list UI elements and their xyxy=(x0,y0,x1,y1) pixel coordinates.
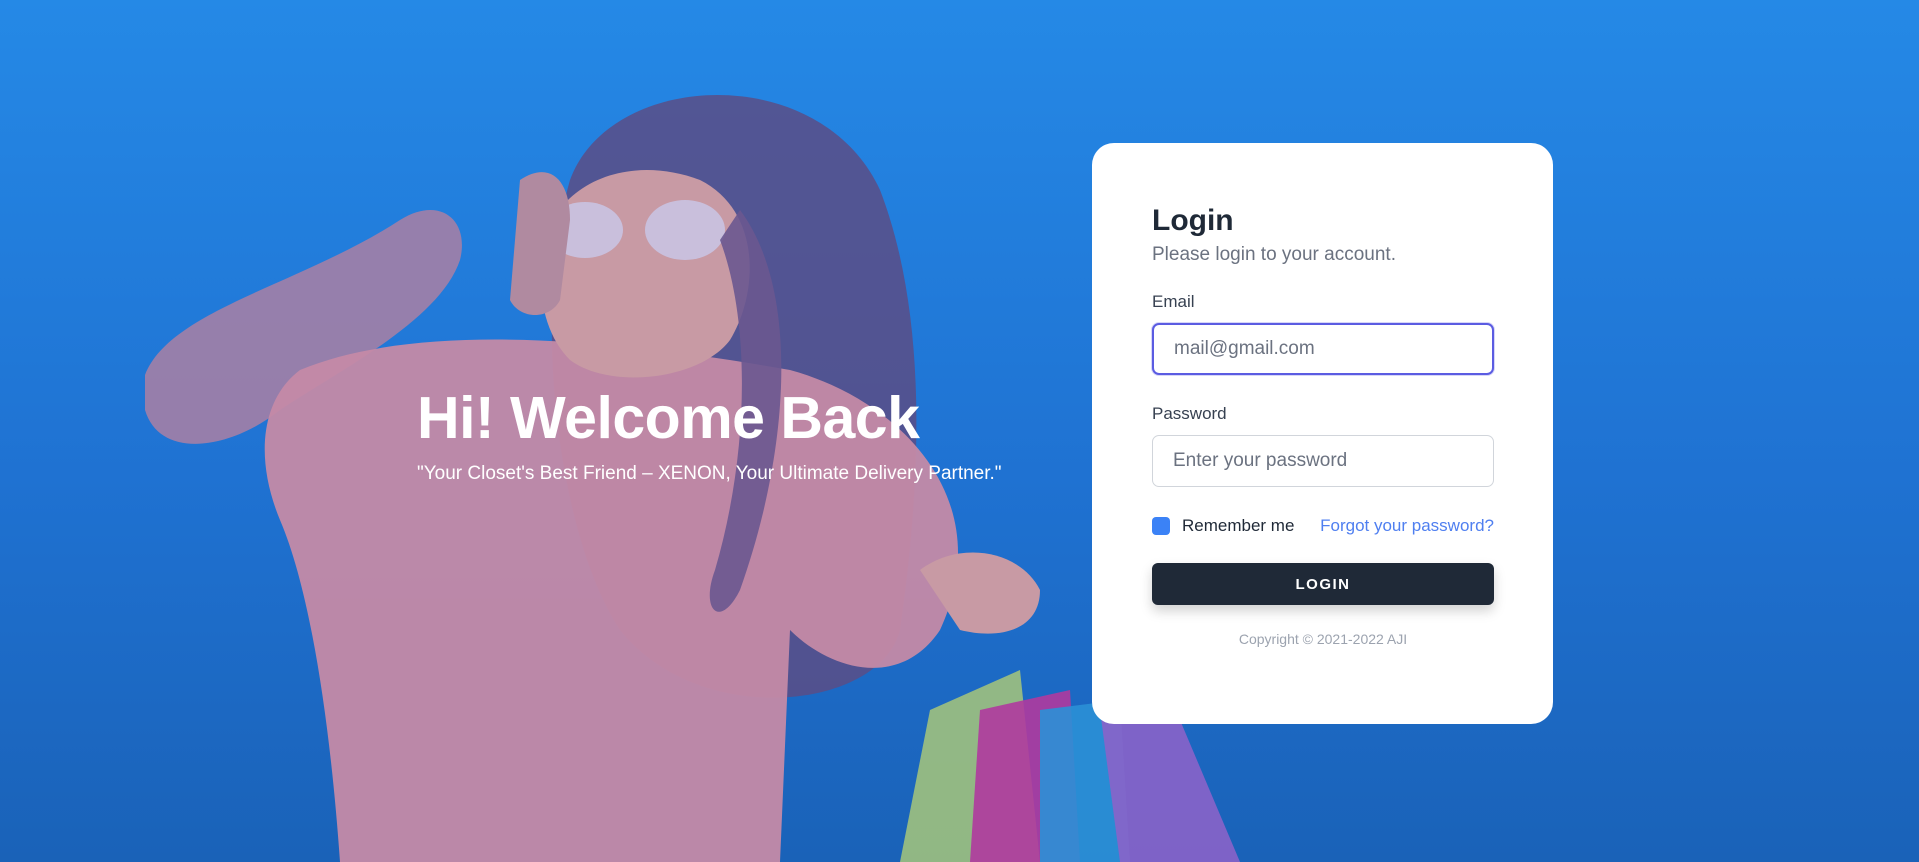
copyright-text: Copyright © 2021-2022 AJI xyxy=(1238,631,1408,647)
email-input[interactable] xyxy=(1152,323,1494,375)
login-card: Login Please login to your account. Emai… xyxy=(1092,143,1553,724)
welcome-title: Hi! Welcome Back xyxy=(417,385,920,451)
email-label: Email xyxy=(1152,292,1195,311)
remember-me-label: Remember me xyxy=(1182,516,1295,535)
login-heading: Login xyxy=(1152,204,1234,237)
options-row: Remember me Forgot your password? xyxy=(1152,515,1494,537)
password-label: Password xyxy=(1152,404,1227,423)
welcome-tagline: "Your Closet's Best Friend – XENON, Your… xyxy=(417,463,1002,484)
forgot-password-link[interactable]: Forgot your password? xyxy=(1320,516,1494,536)
password-input[interactable] xyxy=(1152,435,1494,487)
login-subtitle: Please login to your account. xyxy=(1152,244,1396,265)
remember-me[interactable]: Remember me xyxy=(1152,516,1294,536)
welcome-block: Hi! Welcome Back "Your Closet's Best Fri… xyxy=(417,386,1002,486)
login-button[interactable]: LOGIN xyxy=(1152,563,1494,605)
remember-me-checkbox[interactable] xyxy=(1152,517,1170,535)
